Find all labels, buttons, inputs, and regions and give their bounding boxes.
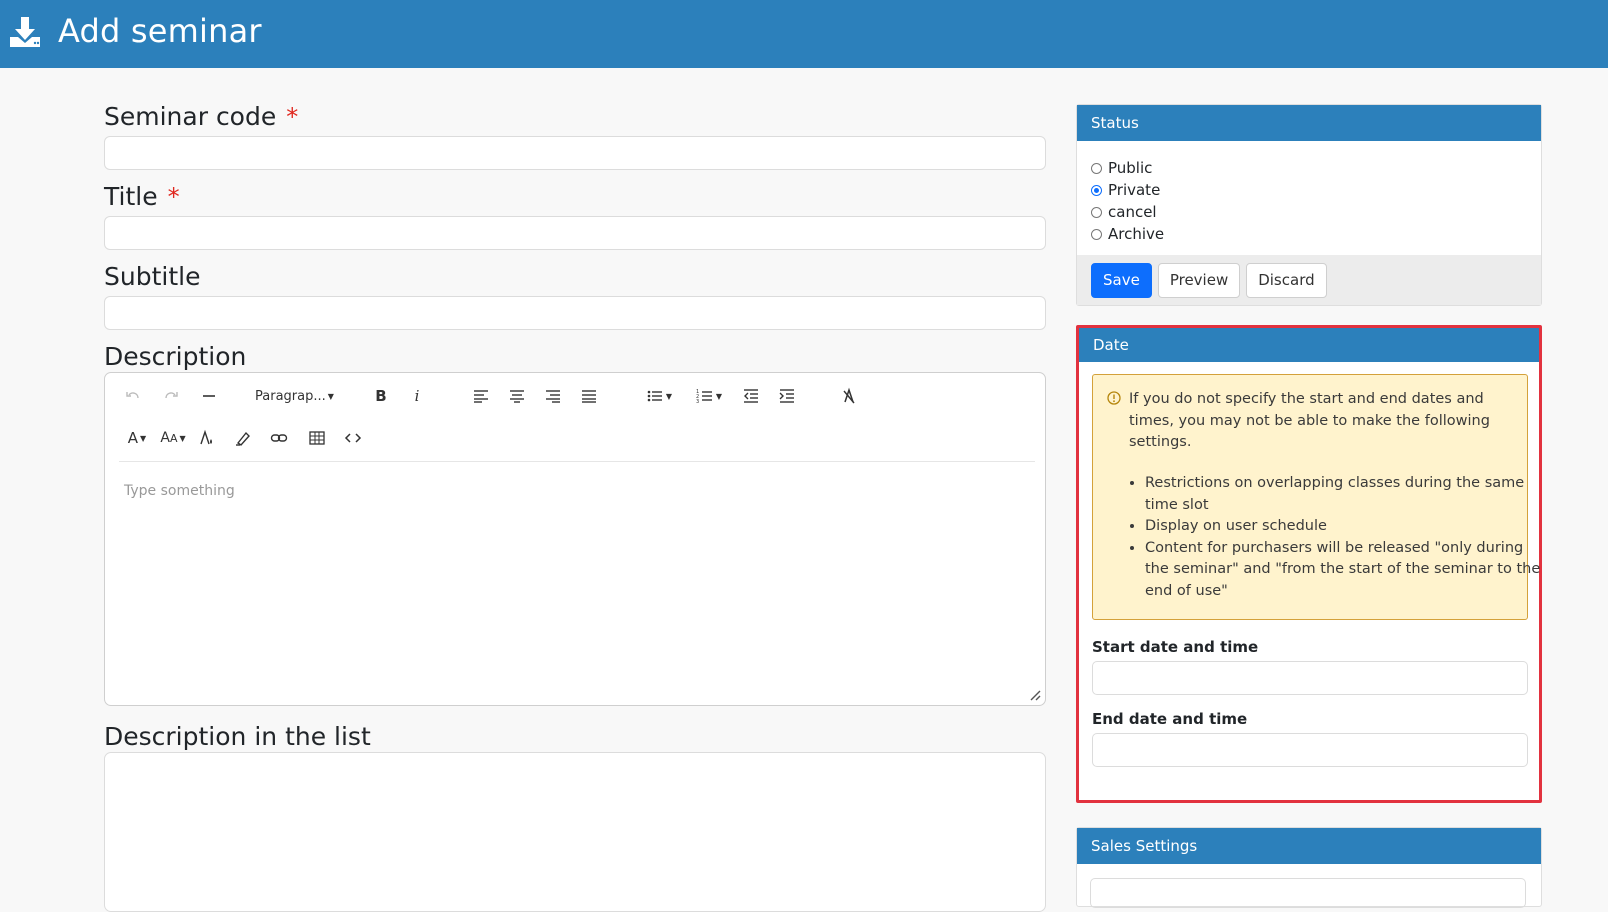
radio-private[interactable] xyxy=(1091,184,1102,196)
description-label: Description xyxy=(104,342,247,371)
chevron-down-icon: ▼ xyxy=(327,391,334,401)
list-item: Content for purchasers will be released … xyxy=(1145,538,1545,603)
undo-icon[interactable] xyxy=(119,383,147,409)
paragraph-format-value: Paragrap... xyxy=(255,388,326,404)
required-mark: * xyxy=(167,183,180,211)
description-editor[interactable]: Paragrap... ▼ B i ▼ 1 2 3 ▼ A ▼ A A ▼ Ty… xyxy=(104,372,1046,706)
align-center-icon[interactable] xyxy=(503,383,531,409)
status-option-public[interactable]: Public xyxy=(1091,157,1541,179)
status-option-label: cancel xyxy=(1108,203,1157,221)
numbered-list-icon[interactable]: 1 2 3 ▼ xyxy=(689,383,729,409)
clear-format-icon[interactable] xyxy=(835,383,863,409)
font-color-icon[interactable]: A ▼ xyxy=(119,425,155,451)
radio-cancel[interactable] xyxy=(1091,206,1102,218)
status-actions: Save Preview Discard xyxy=(1077,255,1541,305)
title-input[interactable] xyxy=(104,216,1046,250)
chevron-down-icon: ▼ xyxy=(665,391,673,401)
chevron-down-icon: ▼ xyxy=(715,391,723,401)
date-card: Date If you do not specify the start and… xyxy=(1076,325,1542,803)
status-option-cancel[interactable]: cancel xyxy=(1091,201,1541,223)
table-icon[interactable] xyxy=(303,425,331,451)
resize-handle-icon[interactable] xyxy=(1029,689,1041,701)
seminar-code-input[interactable] xyxy=(104,136,1046,170)
date-warning-text: If you do not specify the start and end … xyxy=(1129,391,1490,450)
page-title: Add seminar xyxy=(58,12,262,50)
status-card-header: Status xyxy=(1077,105,1541,141)
outdent-icon[interactable] xyxy=(737,383,765,409)
editor-placeholder: Type something xyxy=(124,483,235,499)
end-date-label: End date and time xyxy=(1092,710,1248,728)
bold-icon[interactable]: B xyxy=(367,383,395,409)
status-options: Public Private cancel Archive xyxy=(1077,141,1541,255)
editor-toolbar-divider xyxy=(119,461,1035,462)
italic-icon[interactable]: i xyxy=(403,383,431,409)
title-label: Title * xyxy=(104,182,180,211)
align-right-icon[interactable] xyxy=(539,383,567,409)
end-date-input[interactable] xyxy=(1092,733,1528,767)
list-item: Display on user schedule xyxy=(1145,516,1545,538)
bullet-list-icon[interactable]: ▼ xyxy=(639,383,679,409)
indent-icon[interactable] xyxy=(773,383,801,409)
svg-text:3: 3 xyxy=(696,399,699,405)
sales-settings-input[interactable] xyxy=(1090,878,1526,908)
start-date-label: Start date and time xyxy=(1092,638,1259,656)
date-card-header: Date xyxy=(1079,328,1539,362)
save-button[interactable]: Save xyxy=(1091,262,1152,298)
status-card: Status Public Private cancel Archive Sav… xyxy=(1076,104,1542,306)
redo-icon[interactable] xyxy=(157,383,185,409)
description-list-editor[interactable] xyxy=(104,752,1046,912)
start-date-input[interactable] xyxy=(1092,661,1528,695)
status-option-label: Public xyxy=(1108,159,1153,177)
seminar-code-label: Seminar code * xyxy=(104,102,298,131)
preview-button[interactable]: Preview xyxy=(1157,262,1241,298)
date-warning-list: Restrictions on overlapping classes duri… xyxy=(1113,473,1545,602)
align-left-icon[interactable] xyxy=(467,383,495,409)
sales-settings-header: Sales Settings xyxy=(1077,828,1541,864)
seminar-code-label-text: Seminar code xyxy=(104,102,277,131)
subtitle-label: Subtitle xyxy=(104,262,201,291)
page-header: Add seminar xyxy=(0,0,1608,68)
title-label-text: Title xyxy=(104,182,158,211)
code-view-icon[interactable] xyxy=(339,425,367,451)
link-icon[interactable] xyxy=(265,425,293,451)
text-color-drop-icon[interactable] xyxy=(193,425,221,451)
sales-settings-card: Sales Settings xyxy=(1076,827,1542,908)
paragraph-format-select[interactable]: Paragrap... ▼ xyxy=(255,383,334,409)
horizontal-rule-icon[interactable] xyxy=(195,383,223,409)
align-justify-icon[interactable] xyxy=(575,383,603,409)
required-mark: * xyxy=(286,103,299,131)
status-option-label: Archive xyxy=(1108,225,1165,243)
date-warning-alert: If you do not specify the start and end … xyxy=(1092,374,1540,620)
status-option-label: Private xyxy=(1108,181,1161,199)
download-icon xyxy=(10,17,40,47)
chevron-down-icon: ▼ xyxy=(140,433,147,443)
list-item: Restrictions on overlapping classes duri… xyxy=(1145,473,1545,516)
highlighter-icon[interactable] xyxy=(229,425,257,451)
description-list-label: Description in the list xyxy=(104,722,371,751)
font-size-icon[interactable]: A A ▼ xyxy=(155,425,191,451)
status-option-archive[interactable]: Archive xyxy=(1091,223,1541,245)
info-icon xyxy=(1107,391,1121,405)
chevron-down-icon: ▼ xyxy=(179,433,186,443)
radio-public[interactable] xyxy=(1091,162,1102,174)
status-option-private[interactable]: Private xyxy=(1091,179,1541,201)
subtitle-input[interactable] xyxy=(104,296,1046,330)
radio-archive[interactable] xyxy=(1091,228,1102,240)
discard-button[interactable]: Discard xyxy=(1246,262,1327,298)
